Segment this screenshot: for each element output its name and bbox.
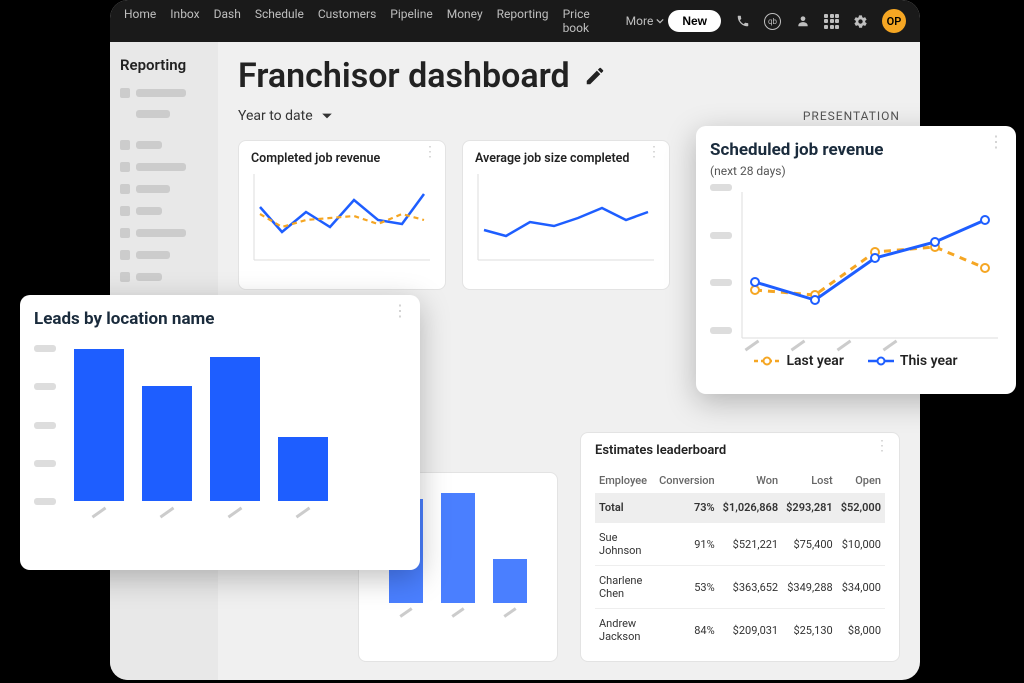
subbar: Year to date PRESENTATION bbox=[238, 108, 900, 124]
sidebar-item[interactable] bbox=[120, 206, 208, 216]
caret-down-icon bbox=[321, 110, 333, 122]
person-icon[interactable] bbox=[795, 14, 810, 29]
card-title: Average job size completed bbox=[475, 151, 657, 166]
x-axis-ticks bbox=[74, 511, 406, 514]
legend-last-year: Last year bbox=[754, 353, 843, 369]
main-nav: Home Inbox Dash Schedule Customers Pipel… bbox=[124, 7, 664, 35]
popout-leads-by-location: ⋮ Leads by location name bbox=[20, 295, 420, 570]
leaderboard-table: Employee Conversion Won Lost Open Total … bbox=[595, 468, 885, 651]
phone-icon[interactable] bbox=[735, 14, 750, 29]
completed-revenue-chart bbox=[251, 172, 433, 262]
sidebar-item[interactable] bbox=[120, 110, 208, 118]
chart-legend: Last year This year bbox=[710, 353, 1002, 369]
popout-title: Scheduled job revenue bbox=[710, 140, 1002, 160]
avg-job-size-chart bbox=[475, 172, 657, 262]
nav-customers[interactable]: Customers bbox=[318, 7, 376, 35]
nav-inbox[interactable]: Inbox bbox=[170, 7, 199, 35]
sidebar-item[interactable] bbox=[120, 184, 208, 194]
apps-grid-icon[interactable] bbox=[824, 14, 839, 29]
gear-icon[interactable] bbox=[853, 14, 868, 29]
table-row[interactable]: Sue Johnson 91% $521,221 $75,400 $10,000 bbox=[595, 523, 885, 566]
date-range-select[interactable]: Year to date bbox=[238, 108, 333, 124]
card-menu-icon[interactable]: ⋮ bbox=[392, 307, 408, 315]
nav-home[interactable]: Home bbox=[124, 7, 156, 35]
col-lost: Lost bbox=[782, 468, 837, 493]
nav-schedule[interactable]: Schedule bbox=[255, 7, 304, 35]
leads-bar-chart bbox=[74, 341, 406, 501]
scheduled-revenue-chart bbox=[738, 190, 1002, 340]
nav-dash[interactable]: Dash bbox=[214, 7, 241, 35]
card-menu-icon[interactable]: ⋮ bbox=[988, 138, 1004, 146]
sidebar-item[interactable] bbox=[120, 272, 208, 282]
table-header-row: Employee Conversion Won Lost Open bbox=[595, 468, 885, 493]
col-open: Open bbox=[837, 468, 885, 493]
page-title-row: Franchisor dashboard bbox=[238, 56, 900, 96]
sidebar-title: Reporting bbox=[120, 56, 208, 74]
card-menu-icon[interactable]: ⋮ bbox=[647, 149, 661, 156]
toolbar-right: New qb OP bbox=[668, 9, 906, 33]
table-row[interactable]: Andrew Jackson 84% $209,031 $25,130 $8,0… bbox=[595, 609, 885, 652]
col-employee: Employee bbox=[595, 468, 655, 493]
edit-icon[interactable] bbox=[584, 65, 606, 87]
sidebar-item[interactable] bbox=[120, 228, 208, 238]
new-button[interactable]: New bbox=[668, 10, 721, 32]
presentation-mode-label[interactable]: PRESENTATION bbox=[803, 109, 900, 123]
card-title: Completed job revenue bbox=[251, 151, 433, 166]
popout-scheduled-revenue: ⋮ Scheduled job revenue (next 28 days) bbox=[696, 126, 1016, 394]
col-won: Won bbox=[719, 468, 782, 493]
sidebar-item[interactable] bbox=[120, 140, 208, 150]
nav-pricebook[interactable]: Price book bbox=[563, 7, 612, 35]
card-menu-icon[interactable]: ⋮ bbox=[875, 443, 889, 450]
sidebar-item[interactable] bbox=[120, 88, 208, 98]
legend-this-year: This year bbox=[868, 353, 958, 369]
leaderboard-title: Estimates leaderboard bbox=[595, 443, 885, 458]
avatar[interactable]: OP bbox=[882, 9, 906, 33]
quickbooks-icon[interactable]: qb bbox=[764, 13, 781, 30]
chevron-down-icon bbox=[656, 17, 664, 25]
table-row[interactable]: Charlene Chen 53% $363,652 $349,288 $34,… bbox=[595, 566, 885, 609]
card-menu-icon[interactable]: ⋮ bbox=[423, 149, 437, 156]
card-avg-job-size: ⋮ Average job size completed bbox=[462, 140, 670, 290]
card-completed-revenue: ⋮ Completed job revenue bbox=[238, 140, 446, 290]
card-estimates-leaderboard: ⋮ Estimates leaderboard Employee Convers… bbox=[580, 432, 900, 662]
topbar: Home Inbox Dash Schedule Customers Pipel… bbox=[110, 0, 920, 42]
nav-reporting[interactable]: Reporting bbox=[497, 7, 549, 35]
nav-money[interactable]: Money bbox=[447, 7, 483, 35]
col-conversion: Conversion bbox=[655, 468, 719, 493]
nav-pipeline[interactable]: Pipeline bbox=[390, 7, 432, 35]
sidebar-item[interactable] bbox=[120, 250, 208, 260]
table-row-total: Total 73% $1,026,868 $293,281 $52,000 bbox=[595, 493, 885, 523]
nav-more[interactable]: More bbox=[626, 7, 665, 35]
sidebar-item[interactable] bbox=[120, 162, 208, 172]
popout-subtitle: (next 28 days) bbox=[710, 164, 1002, 178]
popout-title: Leads by location name bbox=[34, 309, 406, 329]
y-axis-ticks bbox=[34, 345, 60, 505]
page-title: Franchisor dashboard bbox=[238, 56, 570, 96]
